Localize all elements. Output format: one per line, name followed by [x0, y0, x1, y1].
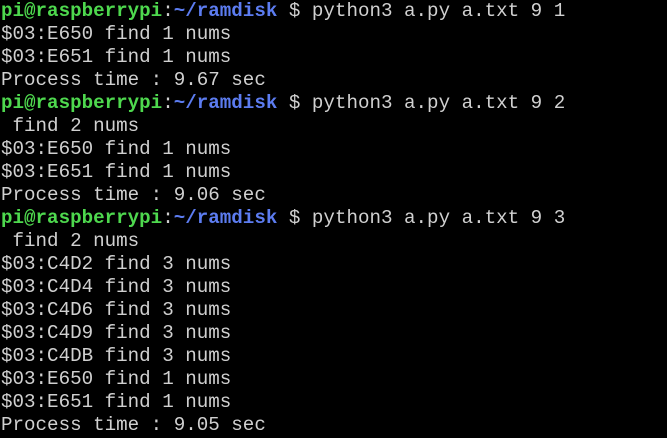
prompt-path: ~/ramdisk [173, 0, 278, 22]
prompt-path: ~/ramdisk [173, 92, 278, 114]
prompt-user-host: pi@raspberrypi [1, 207, 163, 229]
command-text: python3 a.py a.txt 9 2 [311, 92, 566, 114]
command-text: python3 a.py a.txt 9 3 [311, 207, 566, 229]
output-line: $03:C4D9 find 3 nums [1, 322, 232, 344]
output-line: $03:E650 find 1 nums [1, 23, 232, 45]
prompt-colon: : [162, 92, 174, 114]
output-line: Process time : 9.05 sec [1, 414, 266, 436]
output-line: Process time : 9.67 sec [1, 69, 266, 91]
prompt-dollar: $ [277, 0, 312, 22]
prompt-user-host: pi@raspberrypi [1, 92, 163, 114]
output-line: $03:C4D2 find 3 nums [1, 253, 232, 275]
prompt-line: pi@raspberrypi:~/ramdisk $ python3 a.py … [1, 0, 667, 23]
output-line: $03:C4DB find 3 nums [1, 345, 232, 367]
prompt-dollar: $ [277, 92, 312, 114]
output-line: $03:C4D4 find 3 nums [1, 276, 232, 298]
prompt-colon: : [162, 0, 174, 22]
output-line: $03:E651 find 1 nums [1, 391, 232, 413]
output-line: $03:C4D6 find 3 nums [1, 299, 232, 321]
prompt-user-host: pi@raspberrypi [1, 0, 163, 22]
prompt-line: pi@raspberrypi:~/ramdisk $ python3 a.py … [1, 207, 667, 230]
command-text: python3 a.py a.txt 9 1 [311, 0, 566, 22]
prompt-colon: : [162, 207, 174, 229]
prompt-dollar: $ [277, 207, 312, 229]
output-line: $03:E651 find 1 nums [1, 46, 232, 68]
output-line: Process time : 9.06 sec [1, 184, 266, 206]
output-line: find 2 nums [1, 230, 140, 252]
prompt-line: pi@raspberrypi:~/ramdisk $ python3 a.py … [1, 92, 667, 115]
terminal-window[interactable]: pi@raspberrypi:~/ramdisk $ python3 a.py … [0, 0, 667, 438]
prompt-path: ~/ramdisk [173, 207, 278, 229]
output-line: find 2 nums [1, 115, 140, 137]
output-line: $03:E650 find 1 nums [1, 368, 232, 390]
output-line: $03:E651 find 1 nums [1, 161, 232, 183]
output-line: $03:E650 find 1 nums [1, 138, 232, 160]
